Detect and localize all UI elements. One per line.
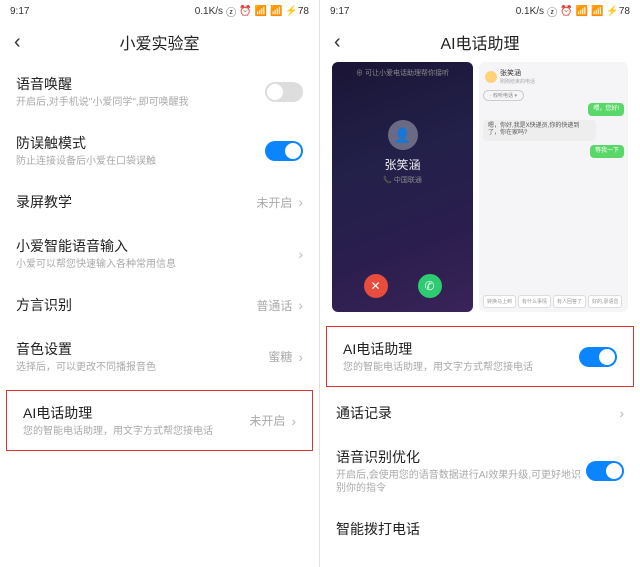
header: ‹ AI电话助理 — [320, 22, 640, 62]
decline-button[interactable]: ✕ — [364, 274, 388, 298]
row-smart-dial[interactable]: 智能拨打电话 — [320, 507, 640, 539]
label: 小爱智能语音输入 — [16, 236, 298, 256]
accept-button[interactable]: ✆ — [418, 274, 442, 298]
status-bar: 9:17 0.1K/s ⓩ ⏰ 📶 📶 ⚡78 — [0, 0, 319, 22]
signal-icon: 📶 — [255, 6, 267, 17]
page-title: 小爱实验室 — [14, 30, 305, 54]
toggle[interactable] — [586, 461, 624, 481]
alarm-icon: ⏰ — [239, 6, 251, 17]
battery-icon: ⚡78 — [285, 6, 309, 17]
status-right: 0.1K/s ⓩ ⏰ 📶 📶 ⚡78 — [516, 4, 630, 19]
status-time: 9:17 — [10, 6, 29, 17]
desc: 小爱可以帮您快速输入各种常用信息 — [16, 258, 298, 271]
avatar-icon: 👤 — [388, 120, 418, 150]
page-title: AI电话助理 — [334, 30, 626, 54]
listen-pill[interactable]: · 收听电话 ▾ — [483, 90, 524, 101]
chat-name: 张笑涵 — [500, 68, 535, 78]
net-speed: 0.1K/s — [195, 6, 223, 17]
quick-replies: 转换马上到 有什么事情 有人回答了 好的,录语音 — [483, 295, 624, 308]
status-bar: 9:17 0.1K/s ⓩ ⏰ 📶 📶 ⚡78 — [320, 0, 640, 22]
chevron-right-icon: › — [298, 349, 303, 365]
quick-reply[interactable]: 有人回答了 — [553, 295, 586, 308]
value: 普通话 — [256, 297, 292, 314]
bubble: 嗯，你好,我是X快递员,你的快递到了，你在家吗? — [483, 120, 596, 140]
row-call-log[interactable]: 通话记录 › — [320, 391, 640, 435]
alarm-icon: ⏰ — [560, 6, 572, 17]
quick-reply[interactable]: 转换马上到 — [483, 295, 516, 308]
signal-icon: 📶 — [576, 6, 588, 17]
left-phone: 9:17 0.1K/s ⓩ ⏰ 📶 📶 ⚡78 ‹ 小爱实验室 语音唤醒开启后,… — [0, 0, 320, 567]
signal2-icon: 📶 — [591, 6, 603, 17]
chevron-right-icon: › — [291, 413, 296, 429]
chevron-right-icon: › — [619, 405, 624, 421]
chevron-right-icon: › — [298, 194, 303, 210]
row-screen-record[interactable]: 录屏教学 未开启 › — [0, 180, 319, 224]
battery-icon: ⚡78 — [606, 6, 630, 17]
label: 防误触模式 — [16, 133, 265, 153]
label: 方言识别 — [16, 295, 256, 315]
dnd-icon: ⓩ — [226, 4, 236, 19]
value: 蜜糖 — [268, 348, 292, 365]
label: 通话记录 — [336, 403, 619, 423]
chat-sub: 刚刚结束的电话 — [500, 78, 535, 85]
quick-reply[interactable]: 有什么事情 — [518, 295, 551, 308]
label: 音色设置 — [16, 339, 268, 359]
row-anti-touch[interactable]: 防误触模式防止连接设备后小爱在口袋误触 — [0, 121, 319, 180]
label: 录屏教学 — [16, 192, 256, 212]
bubble: 等我一下 — [590, 145, 624, 158]
chat-avatar-icon — [485, 71, 497, 83]
call-hint: ⊕ 可让小爱电话助理帮你接听 — [332, 62, 473, 84]
signal2-icon: 📶 — [270, 6, 282, 17]
desc: 您的智能电话助理，用文字方式帮您接电话 — [23, 425, 249, 438]
settings-list: AI电话助理您的智能电话助理，用文字方式帮您接电话 通话记录 › 语音识别优化开… — [320, 322, 640, 567]
toggle[interactable] — [265, 82, 303, 102]
desc: 您的智能电话助理，用文字方式帮您接电话 — [343, 361, 579, 374]
caller-sub: 📞 中国联通 — [383, 175, 422, 185]
toggle[interactable] — [579, 347, 617, 367]
status-time: 9:17 — [330, 6, 349, 17]
desc: 开启后,会使用您的语音数据进行AI效果升级,可更好地识别你的指令 — [336, 469, 586, 495]
settings-list: 语音唤醒开启后,对手机说"小爱同学",即可唤醒我 防误触模式防止连接设备后小爱在… — [0, 62, 319, 567]
quick-reply[interactable]: 好的,录语音 — [588, 295, 622, 308]
value: 未开启 — [256, 194, 292, 211]
desc: 选择后，可以更改不同播报音色 — [16, 361, 268, 374]
label: 智能拨打电话 — [336, 519, 624, 539]
value: 未开启 — [249, 412, 285, 429]
row-voice-wake[interactable]: 语音唤醒开启后,对手机说"小爱同学",即可唤醒我 — [0, 62, 319, 121]
row-ai-phone-assistant[interactable]: AI电话助理您的智能电话助理，用文字方式帮您接电话 — [326, 326, 634, 387]
row-voice-optimize[interactable]: 语音识别优化开启后,会使用您的语音数据进行AI效果升级,可更好地识别你的指令 — [320, 435, 640, 507]
bubble: 喂，您好! — [588, 103, 624, 116]
preview-area: ⊕ 可让小爱电话助理帮你接听 👤 张笑涵 📞 中国联通 ✕ ✆ 张笑涵 刚刚结束… — [320, 62, 640, 322]
desc: 防止连接设备后小爱在口袋误触 — [16, 155, 265, 168]
net-speed: 0.1K/s — [516, 6, 544, 17]
label: 语音唤醒 — [16, 74, 265, 94]
chevron-right-icon: › — [298, 297, 303, 313]
row-voice-input[interactable]: 小爱智能语音输入小爱可以帮您快速输入各种常用信息 › — [0, 224, 319, 283]
header: ‹ 小爱实验室 — [0, 22, 319, 62]
incoming-call-preview: ⊕ 可让小爱电话助理帮你接听 👤 张笑涵 📞 中国联通 ✕ ✆ — [332, 62, 473, 312]
caller-name: 张笑涵 — [384, 156, 420, 173]
label: AI电话助理 — [343, 339, 579, 359]
row-dialect[interactable]: 方言识别 普通话 › — [0, 283, 319, 327]
label: AI电话助理 — [23, 403, 249, 423]
chevron-right-icon: › — [298, 246, 303, 262]
label: 语音识别优化 — [336, 447, 586, 467]
right-phone: 9:17 0.1K/s ⓩ ⏰ 📶 📶 ⚡78 ‹ AI电话助理 ⊕ 可让小爱电… — [320, 0, 640, 567]
row-tone[interactable]: 音色设置选择后，可以更改不同播报音色 蜜糖 › — [0, 327, 319, 386]
chat-preview: 张笑涵 刚刚结束的电话 · 收听电话 ▾ 喂，您好! 嗯，你好,我是X快递员,你… — [479, 62, 628, 312]
row-ai-phone-assistant[interactable]: AI电话助理您的智能电话助理，用文字方式帮您接电话 未开启 › — [6, 390, 313, 451]
toggle[interactable] — [265, 141, 303, 161]
status-right: 0.1K/s ⓩ ⏰ 📶 📶 ⚡78 — [195, 4, 309, 19]
desc: 开启后,对手机说"小爱同学",即可唤醒我 — [16, 96, 265, 109]
dnd-icon: ⓩ — [547, 4, 557, 19]
